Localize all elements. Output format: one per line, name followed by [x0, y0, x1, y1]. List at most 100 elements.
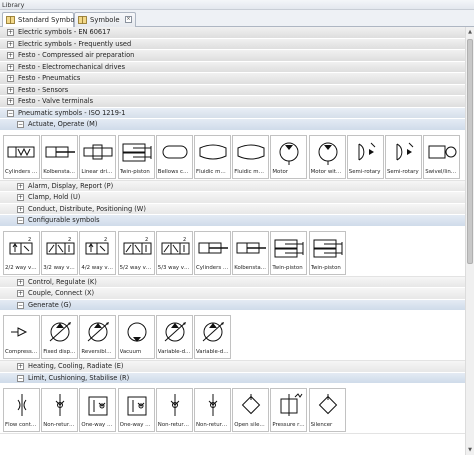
tree-node-label: Electric symbols - EN 60617 — [18, 28, 111, 36]
symbol-tile[interactable]: Non-return ... — [41, 388, 79, 432]
symbol-tile[interactable]: Silencer — [308, 388, 346, 432]
symbol-tile[interactable]: Bellows cyli... — [155, 134, 193, 179]
expand-icon[interactable]: + — [17, 205, 24, 213]
tree-node-category[interactable]: + Festo - Pneumatics — [0, 73, 465, 85]
tree-node-category[interactable]: + Festo - Sensors — [0, 84, 465, 96]
swivel-icon — [428, 145, 457, 158]
symbol-tile[interactable]: One-way flo... — [79, 388, 117, 432]
scrollbar-thumb[interactable] — [467, 39, 473, 264]
symbol-tile[interactable]: Variable-dis... — [155, 315, 193, 359]
tree-node-category[interactable]: + Festo - Valve terminals — [0, 96, 465, 108]
symbol-library-tree[interactable]: + Electric symbols - EN 60617 + Electric sy… — [0, 27, 465, 455]
tree-node-subcategory[interactable]: + Alarm, Display, Report (P) — [0, 180, 465, 192]
tree-node-subcategory[interactable]: + Control, Regulate (K) — [0, 276, 465, 288]
symbol-tile[interactable]: Twin-piston — [117, 134, 155, 179]
expand-icon[interactable]: + — [7, 75, 14, 82]
symbol-tile[interactable]: Pressure re... — [270, 388, 308, 432]
valve-3-icon: 2 — [46, 237, 75, 254]
symbol-tile[interactable]: Cylinders wi... — [3, 134, 40, 179]
vertical-scrollbar[interactable]: ▲ ▼ — [465, 27, 474, 455]
symbol-tile[interactable]: One-way flo... — [117, 388, 155, 432]
tab-symbole[interactable]: Symbole × — [74, 12, 136, 27]
tab-standard-symbols[interactable]: Standard Symbols — [2, 12, 80, 28]
tree-node-category[interactable]: + Electric symbols - EN 60617 — [0, 27, 465, 39]
collapse-icon[interactable]: − — [17, 374, 24, 382]
expand-icon[interactable]: + — [17, 278, 24, 286]
symbol-tile[interactable]: Flow control... — [3, 388, 40, 432]
symbol-tile[interactable]: 2 4/2 way valv... — [79, 230, 117, 275]
motor-icon — [279, 142, 299, 165]
svg-text:2: 2 — [104, 237, 107, 243]
symbol-tile[interactable]: Kolbenstan... — [41, 134, 79, 179]
tree-node-subcategory[interactable]: − Actuate, Operate (M) — [0, 119, 465, 131]
symbol-label: Motor — [272, 168, 288, 175]
symbol-tile[interactable]: Motor with a... — [308, 134, 346, 179]
scroll-down-icon[interactable]: ▼ — [466, 446, 474, 454]
tree-node-category[interactable]: + Electric symbols - Frequently used — [0, 38, 465, 50]
symbol-tile[interactable]: Cylinders wi... — [194, 230, 231, 275]
symbol-tile[interactable]: 2 5/3 way valv... — [155, 230, 193, 275]
tree-node-subcategory[interactable]: − Configurable symbols — [0, 215, 465, 227]
symbol-tile[interactable]: Non-return ... — [155, 388, 193, 432]
expand-icon[interactable]: + — [7, 52, 14, 59]
motor-icon — [318, 142, 338, 165]
symbol-tile[interactable]: Kolbenstan... — [232, 230, 270, 275]
svg-text:2: 2 — [183, 237, 186, 243]
symbol-tile[interactable]: Fluidic muscle — [232, 134, 270, 179]
expand-icon[interactable]: + — [17, 290, 24, 297]
symbol-tile[interactable]: Non-return ... — [194, 388, 231, 432]
close-icon[interactable]: × — [125, 16, 132, 23]
symbol-tile[interactable]: Open silencer — [232, 388, 270, 432]
symbol-tile[interactable]: Linear drive... — [79, 134, 117, 179]
tree-node-subcategory[interactable]: + Heating, Cooling, Radiate (E) — [0, 361, 465, 373]
symbol-tile[interactable]: 2 3/2 way valv... — [41, 230, 79, 275]
tree-node-category[interactable]: + Festo - Compressed air preparation — [0, 50, 465, 62]
collapse-icon[interactable]: − — [17, 301, 24, 309]
expand-icon[interactable]: + — [7, 86, 14, 94]
symbol-tile[interactable]: 2 5/2 way valv... — [117, 230, 155, 275]
symbol-tile[interactable]: Motor — [270, 134, 308, 179]
tree-node-label: Festo - Pneumatics — [18, 74, 81, 82]
expand-icon[interactable]: + — [17, 182, 24, 190]
expand-icon[interactable]: + — [7, 40, 14, 48]
symbol-tile[interactable]: Fluidic muscle — [194, 134, 231, 179]
collapse-icon[interactable]: − — [17, 217, 24, 224]
symbol-label: Silencer — [310, 422, 333, 428]
symbol-tile[interactable]: 2 2/2 way valv... — [3, 230, 40, 275]
tree-node-subcategory[interactable]: − Generate (G) — [0, 299, 465, 311]
expand-icon[interactable]: + — [7, 98, 14, 105]
tree-node-subcategory[interactable]: + Couple, Connect (X) — [0, 288, 465, 300]
symbol-tile[interactable]: Semi-rotary — [385, 134, 422, 179]
symbol-label: Linear drive... — [81, 168, 114, 175]
symbol-label: Fixed displa... — [43, 349, 76, 355]
symbol-label: Vacuum — [119, 349, 142, 355]
symbol-tile[interactable]: Compresse... — [3, 315, 40, 359]
scroll-up-icon[interactable]: ▲ — [466, 28, 474, 36]
tree-node-subcategory[interactable]: + Clamp, Hold (U) — [0, 192, 465, 204]
symbol-tile[interactable]: Semi-rotary — [346, 134, 384, 179]
collapse-icon[interactable]: − — [7, 109, 14, 117]
tree-node-subcategory[interactable]: + Conduct, Distribute, Positioning (W) — [0, 203, 465, 215]
symbol-tile[interactable]: Variable-dis... — [194, 315, 231, 359]
collapse-icon[interactable]: − — [17, 121, 24, 128]
tree-node-subcategory[interactable]: − Limit, Cushioning, Stabilise (R) — [0, 372, 465, 384]
symbol-tile[interactable]: Swivel/linea... — [423, 134, 461, 179]
symbol-tile[interactable]: Twin-piston — [308, 230, 346, 275]
symbol-label: One-way flo... — [81, 422, 114, 428]
expand-icon[interactable]: + — [7, 63, 14, 71]
symbol-gallery: 2 2/2 way valv... 2 3/2 way valv... 2 4/2 way… — [0, 226, 465, 277]
symbol-label: Bellows cyli... — [157, 168, 191, 175]
expand-icon[interactable]: + — [17, 363, 24, 370]
tree-node-label: Pneumatic symbols - ISO 1219-1 — [18, 108, 126, 117]
expand-icon[interactable]: + — [7, 29, 14, 36]
expand-icon[interactable]: + — [17, 194, 24, 201]
tree-node-category[interactable]: + Festo - Electromechanical drives — [0, 61, 465, 73]
symbol-tile[interactable]: Fixed displa... — [41, 315, 79, 359]
tree-node-category[interactable]: − Pneumatic symbols - ISO 1219-1 — [0, 107, 465, 119]
symbol-tile[interactable]: Reversible ... — [79, 315, 117, 359]
symbol-tile[interactable]: Twin-piston — [270, 230, 308, 275]
symbol-label: Kolbenstan... — [43, 168, 77, 175]
symbol-label: 3/2 way valv... — [43, 264, 76, 271]
svg-text:2: 2 — [145, 237, 148, 243]
symbol-tile[interactable]: Vacuum — [117, 315, 155, 359]
